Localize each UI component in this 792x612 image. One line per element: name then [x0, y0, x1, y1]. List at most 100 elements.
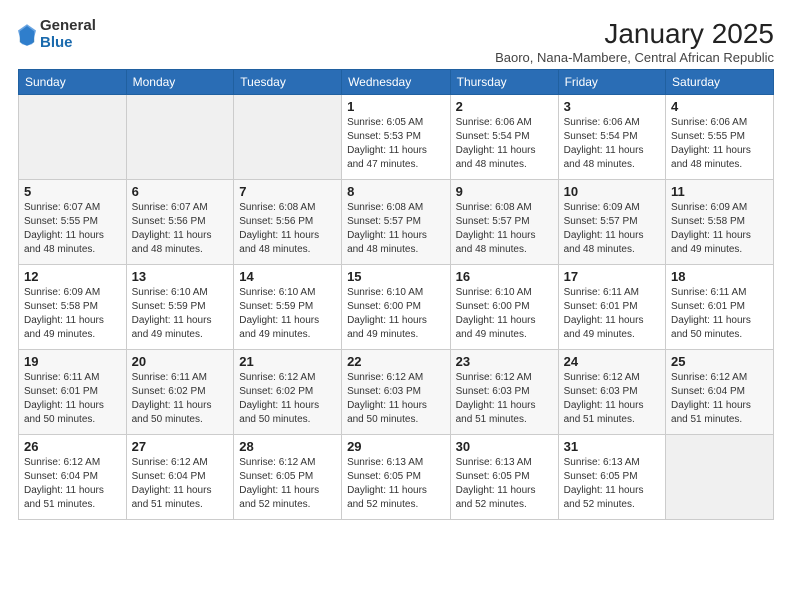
calendar-cell: 5 Sunrise: 6:07 AM Sunset: 5:55 PM Daylig… [19, 180, 127, 265]
calendar-cell: 7 Sunrise: 6:08 AM Sunset: 5:56 PM Daylig… [234, 180, 342, 265]
day-info: Sunrise: 6:08 AM Sunset: 5:56 PM Dayligh… [239, 201, 336, 257]
day-info: Sunrise: 6:08 AM Sunset: 5:57 PM Dayligh… [456, 201, 553, 257]
day-number: 4 [671, 99, 768, 114]
calendar-header-thursday: Thursday [450, 70, 558, 95]
week-row-5: 26 Sunrise: 6:12 AM Sunset: 6:04 PM Dayli… [19, 435, 774, 520]
calendar-header-monday: Monday [126, 70, 234, 95]
week-row-2: 5 Sunrise: 6:07 AM Sunset: 5:55 PM Daylig… [19, 180, 774, 265]
calendar-cell [126, 95, 234, 180]
day-info: Sunrise: 6:06 AM Sunset: 5:55 PM Dayligh… [671, 116, 768, 172]
day-number: 18 [671, 269, 768, 284]
day-info: Sunrise: 6:07 AM Sunset: 5:55 PM Dayligh… [24, 201, 121, 257]
calendar-cell: 6 Sunrise: 6:07 AM Sunset: 5:56 PM Daylig… [126, 180, 234, 265]
day-info: Sunrise: 6:12 AM Sunset: 6:05 PM Dayligh… [239, 456, 336, 512]
day-number: 29 [347, 439, 445, 454]
day-number: 5 [24, 184, 121, 199]
calendar-cell: 9 Sunrise: 6:08 AM Sunset: 5:57 PM Daylig… [450, 180, 558, 265]
day-number: 8 [347, 184, 445, 199]
day-info: Sunrise: 6:09 AM Sunset: 5:58 PM Dayligh… [671, 201, 768, 257]
day-number: 26 [24, 439, 121, 454]
day-info: Sunrise: 6:13 AM Sunset: 6:05 PM Dayligh… [456, 456, 553, 512]
day-number: 17 [564, 269, 660, 284]
calendar-cell [234, 95, 342, 180]
calendar-cell: 18 Sunrise: 6:11 AM Sunset: 6:01 PM Dayli… [666, 265, 774, 350]
calendar-cell: 3 Sunrise: 6:06 AM Sunset: 5:54 PM Daylig… [558, 95, 665, 180]
calendar-header-friday: Friday [558, 70, 665, 95]
calendar-cell: 26 Sunrise: 6:12 AM Sunset: 6:04 PM Dayli… [19, 435, 127, 520]
day-info: Sunrise: 6:05 AM Sunset: 5:53 PM Dayligh… [347, 116, 445, 172]
calendar-cell: 2 Sunrise: 6:06 AM Sunset: 5:54 PM Daylig… [450, 95, 558, 180]
logo: General Blue [18, 18, 96, 51]
calendar-cell: 21Sunrise: 6:12 AM Sunset: 6:02 PM Dayli… [234, 350, 342, 435]
day-number: 25 [671, 354, 768, 369]
day-info: Sunrise: 6:08 AM Sunset: 5:57 PM Dayligh… [347, 201, 445, 257]
calendar-cell: 23 Sunrise: 6:12 AM Sunset: 6:03 PM Dayli… [450, 350, 558, 435]
day-number: 16 [456, 269, 553, 284]
week-row-1: 1 Sunrise: 6:05 AM Sunset: 5:53 PM Daylig… [19, 95, 774, 180]
calendar-cell: 28 Sunrise: 6:12 AM Sunset: 6:05 PM Dayli… [234, 435, 342, 520]
day-number: 31 [564, 439, 660, 454]
day-number: 21 [239, 354, 336, 369]
day-info: Sunrise: 6:11 AM Sunset: 6:01 PM Dayligh… [24, 371, 121, 427]
calendar-cell: 8 Sunrise: 6:08 AM Sunset: 5:57 PM Daylig… [342, 180, 451, 265]
calendar-header-row: SundayMondayTuesdayWednesdayThursdayFrid… [19, 70, 774, 95]
day-number: 15 [347, 269, 445, 284]
calendar-cell [666, 435, 774, 520]
day-number: 20 [132, 354, 229, 369]
day-info: Sunrise: 6:07 AM Sunset: 5:56 PM Dayligh… [132, 201, 229, 257]
week-row-4: 19 Sunrise: 6:11 AM Sunset: 6:01 PM Dayli… [19, 350, 774, 435]
day-info: Sunrise: 6:11 AM Sunset: 6:01 PM Dayligh… [671, 286, 768, 342]
calendar-cell: 17 Sunrise: 6:11 AM Sunset: 6:01 PM Dayli… [558, 265, 665, 350]
calendar-cell: 11 Sunrise: 6:09 AM Sunset: 5:58 PM Dayli… [666, 180, 774, 265]
day-number: 7 [239, 184, 336, 199]
day-info: Sunrise: 6:12 AM Sunset: 6:04 PM Dayligh… [24, 456, 121, 512]
calendar-header-saturday: Saturday [666, 70, 774, 95]
week-row-3: 12Sunrise: 6:09 AM Sunset: 5:58 PM Dayli… [19, 265, 774, 350]
day-number: 23 [456, 354, 553, 369]
calendar-cell: 4 Sunrise: 6:06 AM Sunset: 5:55 PM Daylig… [666, 95, 774, 180]
day-number: 24 [564, 354, 660, 369]
title-block: January 2025 Baoro, Nana-Mambere, Centra… [495, 18, 774, 65]
calendar-header-wednesday: Wednesday [342, 70, 451, 95]
generalblue-logo-icon [18, 24, 36, 46]
month-title: January 2025 [495, 18, 774, 50]
calendar-cell: 25Sunrise: 6:12 AM Sunset: 6:04 PM Dayli… [666, 350, 774, 435]
calendar-table: SundayMondayTuesdayWednesdayThursdayFrid… [18, 69, 774, 520]
day-number: 19 [24, 354, 121, 369]
subtitle: Baoro, Nana-Mambere, Central African Rep… [495, 50, 774, 65]
day-number: 11 [671, 184, 768, 199]
day-info: Sunrise: 6:11 AM Sunset: 6:02 PM Dayligh… [132, 371, 229, 427]
calendar-cell: 15Sunrise: 6:10 AM Sunset: 6:00 PM Dayli… [342, 265, 451, 350]
day-number: 28 [239, 439, 336, 454]
day-number: 13 [132, 269, 229, 284]
calendar-cell: 27 Sunrise: 6:12 AM Sunset: 6:04 PM Dayli… [126, 435, 234, 520]
day-number: 30 [456, 439, 553, 454]
calendar-cell: 29 Sunrise: 6:13 AM Sunset: 6:05 PM Dayli… [342, 435, 451, 520]
day-number: 9 [456, 184, 553, 199]
day-number: 10 [564, 184, 660, 199]
calendar-header-tuesday: Tuesday [234, 70, 342, 95]
day-number: 6 [132, 184, 229, 199]
day-info: Sunrise: 6:12 AM Sunset: 6:03 PM Dayligh… [456, 371, 553, 427]
calendar-cell: 12Sunrise: 6:09 AM Sunset: 5:58 PM Dayli… [19, 265, 127, 350]
day-number: 3 [564, 99, 660, 114]
calendar-cell: 16Sunrise: 6:10 AM Sunset: 6:00 PM Dayli… [450, 265, 558, 350]
page: General Blue January 2025 Baoro, Nana-Ma… [0, 0, 792, 532]
day-info: Sunrise: 6:06 AM Sunset: 5:54 PM Dayligh… [456, 116, 553, 172]
day-info: Sunrise: 6:09 AM Sunset: 5:57 PM Dayligh… [564, 201, 660, 257]
logo-general-text: General [40, 17, 96, 34]
day-number: 1 [347, 99, 445, 114]
calendar-cell: 22Sunrise: 6:12 AM Sunset: 6:03 PM Dayli… [342, 350, 451, 435]
calendar-cell: 20 Sunrise: 6:11 AM Sunset: 6:02 PM Dayli… [126, 350, 234, 435]
day-info: Sunrise: 6:06 AM Sunset: 5:54 PM Dayligh… [564, 116, 660, 172]
day-info: Sunrise: 6:11 AM Sunset: 6:01 PM Dayligh… [564, 286, 660, 342]
day-number: 2 [456, 99, 553, 114]
calendar-header-sunday: Sunday [19, 70, 127, 95]
calendar-cell: 14Sunrise: 6:10 AM Sunset: 5:59 PM Dayli… [234, 265, 342, 350]
day-number: 27 [132, 439, 229, 454]
day-info: Sunrise: 6:12 AM Sunset: 6:04 PM Dayligh… [132, 456, 229, 512]
day-info: Sunrise: 6:10 AM Sunset: 5:59 PM Dayligh… [132, 286, 229, 342]
day-info: Sunrise: 6:12 AM Sunset: 6:03 PM Dayligh… [347, 371, 445, 427]
calendar-cell: 10 Sunrise: 6:09 AM Sunset: 5:57 PM Dayli… [558, 180, 665, 265]
day-info: Sunrise: 6:13 AM Sunset: 6:05 PM Dayligh… [347, 456, 445, 512]
